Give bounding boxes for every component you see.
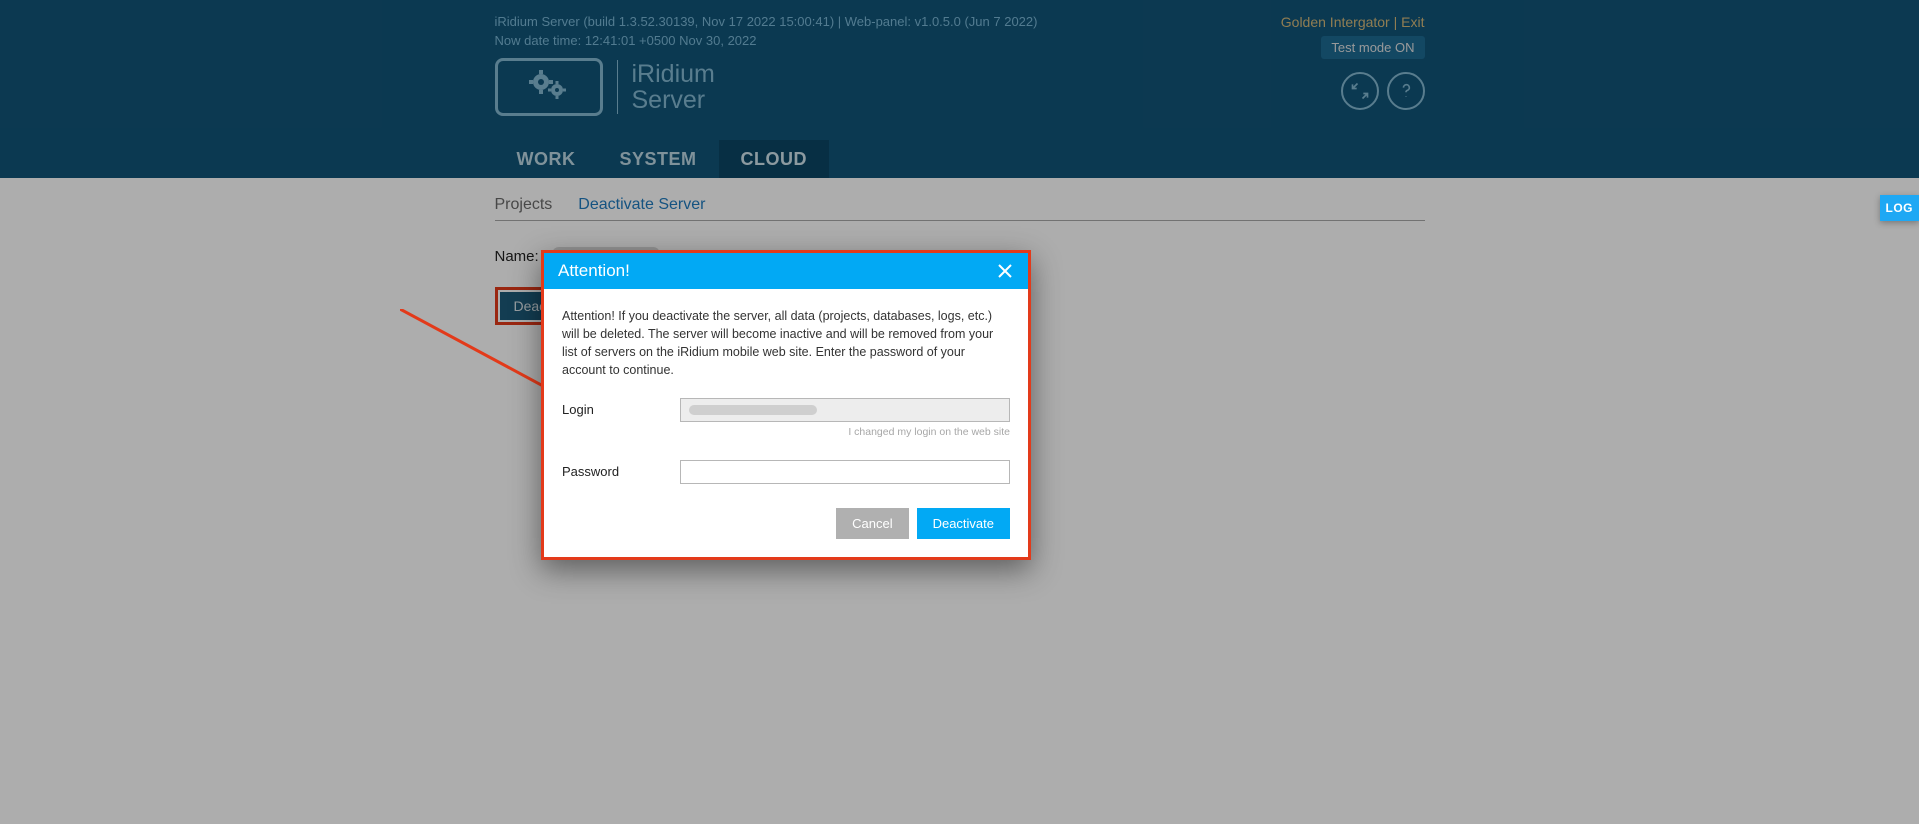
modal-warning-text: Attention! If you deactivate the server,… (562, 307, 1010, 380)
modal-title-text: Attention! (558, 261, 630, 281)
login-field-row: Login (562, 398, 1010, 422)
login-label: Login (562, 402, 680, 417)
changed-login-link[interactable]: I changed my login on the web site (848, 426, 1010, 438)
cancel-button[interactable]: Cancel (836, 508, 908, 539)
login-value-redacted (689, 405, 817, 415)
modal-body: Attention! If you deactivate the server,… (544, 289, 1028, 494)
login-hint-row: I changed my login on the web site (562, 426, 1010, 438)
close-icon[interactable] (996, 262, 1014, 280)
password-field-row: Password (562, 460, 1010, 484)
app-root: iRidium Server (build 1.3.52.30139, Nov … (0, 0, 1919, 824)
log-side-button[interactable]: LOG (1880, 195, 1919, 221)
password-label: Password (562, 464, 680, 479)
attention-modal: Attention! Attention! If you deactivate … (541, 250, 1031, 560)
modal-titlebar: Attention! (544, 253, 1028, 289)
modal-actions: Cancel Deactivate (544, 494, 1028, 557)
password-input[interactable] (680, 460, 1010, 484)
login-input[interactable] (680, 398, 1010, 422)
modal-deactivate-button[interactable]: Deactivate (917, 508, 1010, 539)
